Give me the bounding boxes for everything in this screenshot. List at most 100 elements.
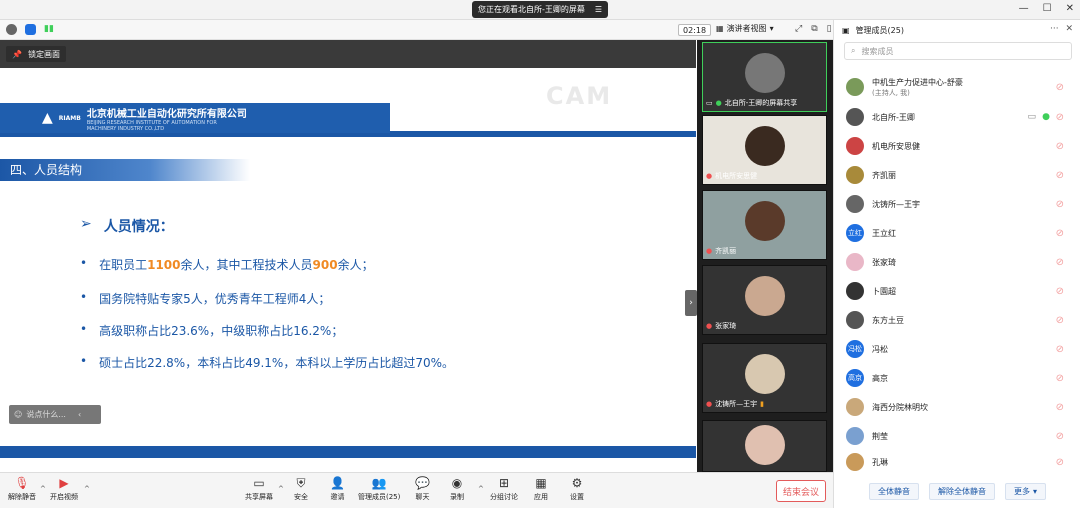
shield-icon[interactable] — [25, 24, 36, 35]
member-row[interactable]: 冯松 冯松 ⊘ — [846, 336, 1076, 362]
mic-off-icon[interactable]: ⊘ — [1056, 457, 1064, 468]
member-row[interactable]: 北自所-王卿 ▭ ● ⊘ — [846, 104, 1076, 130]
mic-off-icon[interactable]: ⊘ — [1056, 170, 1064, 181]
mute-all-button[interactable]: 全体静音 — [868, 482, 919, 500]
mic-off-icon[interactable]: ⊘ — [1056, 228, 1064, 239]
heading-text: 人员情况： — [103, 219, 174, 235]
view-mode-select[interactable]: ▦ 演讲者视图 ▾ — [716, 23, 774, 34]
member-row[interactable]: 荆莹 ⊘ — [846, 423, 1076, 449]
grid-icon: ▦ — [716, 24, 724, 33]
manage-members-button[interactable]: 👥 管理成员(25) — [358, 476, 400, 502]
chevron-left-icon[interactable]: ‹ — [78, 410, 81, 419]
member-row[interactable]: 沈铸所—王宇 ⊘ — [846, 191, 1076, 217]
mic-off-icon[interactable]: ⊘ — [1056, 344, 1064, 355]
avatar — [846, 453, 864, 471]
member-row[interactable]: 张家琦 ⊘ — [846, 249, 1076, 275]
member-row[interactable]: 中机生产力促进中心-舒豪 (主持人, 我) ⊘ — [846, 74, 1076, 100]
participants-panel: ▣ 管理成员(25) ··· ✕ ⌕ 搜索成员 中机生产力促进中心-舒豪 (主持人… — [833, 20, 1080, 508]
video-tile[interactable]: ● 张家琦 — [702, 265, 827, 335]
window-icon[interactable]: ⧉ — [811, 24, 817, 34]
screen-share-icon: ▭ — [1027, 112, 1036, 122]
chevron-up-icon[interactable]: ^ — [278, 485, 284, 493]
member-row[interactable]: 齐凯丽 ⊘ — [846, 162, 1076, 188]
menu-icon[interactable]: ☰ — [595, 5, 602, 14]
avatar: 立红 — [846, 224, 864, 242]
invite-button[interactable]: 👤 邀请 — [330, 476, 345, 502]
member-row[interactable]: 孔琳 ⊘ — [846, 452, 1076, 472]
chevron-up-icon[interactable]: ^ — [40, 485, 46, 493]
signal-icon[interactable]: ▮▮ — [44, 24, 54, 35]
mic-off-icon[interactable]: ⊘ — [1056, 257, 1064, 268]
end-meeting-button[interactable]: 结束会议 — [776, 480, 826, 502]
lock-screen-button[interactable]: 📌 锁定画面 — [6, 46, 66, 62]
mic-off-icon[interactable]: ⊘ — [1056, 431, 1064, 442]
unmute-all-button[interactable]: 解除全体静音 — [928, 482, 995, 500]
start-video-button[interactable]: ▶ 开启视频 — [50, 476, 78, 502]
chat-icon: 💬 — [415, 476, 430, 490]
unmute-button[interactable]: 🎙 解除静音 — [8, 476, 36, 502]
video-tile[interactable]: ● 沈铸所—王宇 ▮ — [702, 343, 827, 413]
info-icon[interactable] — [6, 24, 17, 35]
video-tile[interactable]: ▭ ● 北自所-王卿的屏幕共享 — [702, 42, 827, 112]
chat-input-overlay[interactable]: ☺ 说点什么... ‹ — [9, 405, 101, 424]
mic-off-icon[interactable]: ⊘ — [1056, 82, 1064, 93]
status-icons: ▮▮ — [6, 24, 54, 35]
video-tile[interactable] — [702, 420, 827, 472]
breakout-button[interactable]: ⊞ 分组讨论 — [490, 476, 518, 502]
slide-heading: ➢ 人员情况： — [80, 216, 174, 236]
video-label: ● 齐凯丽 — [706, 247, 737, 255]
close-icon[interactable]: ✕ — [1066, 3, 1074, 14]
fullscreen-icon[interactable]: ⤢ — [795, 24, 802, 34]
section-title: 四、人员结构 — [0, 159, 250, 181]
share-screen-button[interactable]: ▭ 共享屏幕 — [245, 476, 273, 502]
emoji-icon[interactable]: ☺ — [14, 410, 22, 419]
member-search-input[interactable]: ⌕ 搜索成员 — [844, 42, 1072, 60]
company-name-en2: MACHINERY INDUSTRY CO.,LTD — [86, 125, 165, 132]
bullet-4-text: 硕士占比22.8%，本科占比49.1%，本科以上学历占比超过70%。 — [99, 356, 454, 370]
mic-off-icon[interactable]: ⊘ — [1056, 373, 1064, 384]
settings-button[interactable]: ⚙ 设置 — [570, 476, 584, 502]
add-user-icon: 👤 — [330, 476, 345, 490]
mic-on-icon[interactable]: ● — [1042, 112, 1050, 122]
mic-off-icon[interactable]: ⊘ — [1056, 402, 1064, 413]
member-name: 荆莹 — [872, 431, 888, 441]
video-tile[interactable]: ● 机电所安思健 — [702, 115, 827, 185]
maximize-icon[interactable]: ☐ — [1043, 3, 1052, 14]
chat-placeholder: 说点什么... — [26, 410, 66, 419]
member-row[interactable]: 高京 高京 ⊘ — [846, 365, 1076, 391]
member-row[interactable]: 立红 王立红 ⊘ — [846, 220, 1076, 246]
mic-off-icon[interactable]: ⊘ — [1056, 141, 1064, 152]
member-row[interactable]: 东方土豆 ⊘ — [846, 307, 1076, 333]
member-row[interactable]: 机电所安思健 ⊘ — [846, 133, 1076, 159]
chat-button[interactable]: 💬 聊天 — [415, 476, 430, 502]
security-button[interactable]: ⛨ 安全 — [294, 476, 308, 502]
avatar — [846, 78, 864, 96]
video-off-icon[interactable]: ⊘ — [1056, 112, 1064, 123]
mic-off-icon[interactable]: ⊘ — [1056, 199, 1064, 210]
meeting-toolbar: ▮▮ 02:18 ▦ 演讲者视图 ▾ ⤢ ⧉ ▯ — [0, 20, 833, 40]
chevron-up-icon[interactable]: ^ — [84, 485, 90, 493]
mic-off-icon[interactable]: ⊘ — [1056, 315, 1064, 326]
video-tile[interactable]: ● 齐凯丽 — [702, 190, 827, 260]
chevron-up-icon[interactable]: ^ — [478, 485, 484, 493]
member-row[interactable]: 海西分院林明坎 ⊘ — [846, 394, 1076, 420]
apps-button[interactable]: ▦ 应用 — [534, 476, 548, 502]
record-button[interactable]: ◉ 录制 — [450, 476, 464, 502]
member-row[interactable]: 卜園超 ⊘ — [846, 278, 1076, 304]
watching-banner[interactable]: 您正在观看北自所-王卿的屏幕 ☰ — [472, 1, 608, 18]
panel-toggle-icon[interactable]: ▯ — [827, 24, 832, 34]
collapse-videos-button[interactable]: › — [685, 290, 697, 316]
close-icon[interactable]: ✕ — [1065, 24, 1073, 34]
slide-watermark: CAM — [546, 82, 613, 110]
panel-title: 管理成员(25) — [855, 25, 904, 35]
more-icon[interactable]: ··· — [1050, 24, 1059, 34]
more-button[interactable]: 更多 ▾ — [1004, 482, 1046, 500]
avatar — [846, 195, 864, 213]
mic-off-icon[interactable]: ⊘ — [1056, 286, 1064, 297]
member-name: 齐凯丽 — [872, 170, 896, 180]
apps-label: 应用 — [534, 493, 548, 501]
company-logo-icon: ▲ — [42, 110, 53, 126]
avatar: 冯松 — [846, 340, 864, 358]
breakout-label: 分组讨论 — [490, 493, 518, 501]
minimize-icon[interactable]: — — [1019, 3, 1029, 14]
